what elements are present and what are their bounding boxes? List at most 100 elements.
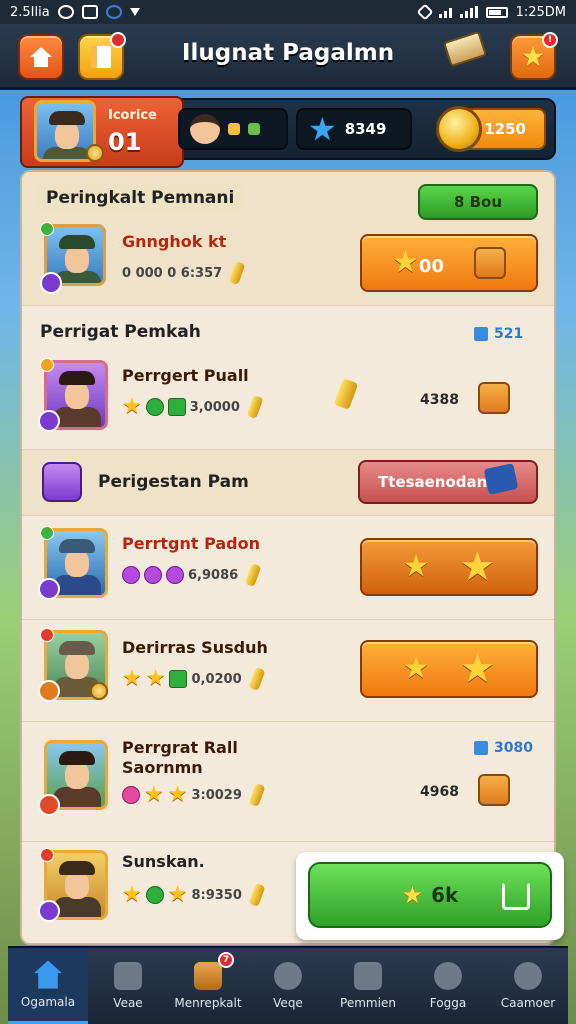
row-name: Perrgrat Rall [122, 738, 238, 757]
coin-badge-icon [86, 144, 104, 162]
battery-icon [485, 6, 508, 18]
coin-icon [333, 378, 359, 410]
profile-value: 01 [108, 128, 142, 156]
row-name-2: Saornmn [122, 758, 203, 777]
team-stat[interactable] [178, 108, 288, 150]
trophy-icon [474, 741, 488, 755]
profile-icon [514, 962, 542, 990]
cta-button[interactable]: ★ 6k [308, 862, 552, 928]
cta-card: ★ 6k [296, 852, 564, 940]
star-icon: ★ [392, 245, 419, 280]
section-2-badge: 521 [474, 326, 523, 342]
row-meta: 0 000 0 6:357 [122, 260, 246, 286]
section-1-title: Peringkalt Pemnani [36, 184, 245, 212]
badge-icon [473, 247, 506, 279]
ticket-icon[interactable] [444, 32, 486, 68]
download-icon [129, 8, 140, 16]
row-count: 4968 [420, 784, 459, 800]
notification-badge [110, 32, 126, 48]
star-icon: ★ [459, 544, 496, 590]
level-badge [38, 680, 60, 702]
row-name: Sunskan. [122, 852, 205, 871]
nav-item-key[interactable]: Fogga [408, 948, 488, 1024]
edit-icon[interactable] [478, 774, 510, 806]
page-title: Ilugnat Pagalmn [181, 40, 395, 66]
gem-icon [248, 123, 260, 135]
app-icon [105, 5, 122, 19]
row-claim-button[interactable]: ★ ★ [360, 538, 538, 596]
top-bar: Ilugnat Pagalmn ★ ! [0, 24, 576, 90]
level-badge [38, 794, 60, 816]
coin-icon [248, 782, 266, 808]
stars-stat[interactable]: ★ 8349 [296, 108, 412, 150]
coin-icon [244, 562, 262, 588]
favorites-badge: ! [542, 32, 558, 48]
star-icon: ★ [520, 40, 546, 73]
record-icon [57, 5, 74, 19]
row-claim-button[interactable]: ★ ★ [360, 640, 538, 698]
row-count: 4388 [420, 392, 459, 408]
star-icon: ★ [401, 881, 424, 909]
status-time-left: 2.5Ilia [10, 4, 50, 20]
online-indicator [40, 222, 54, 236]
nav-item-home[interactable]: Ogamala [8, 948, 88, 1024]
level-badge [38, 900, 60, 922]
row-meta: ★ 3,0000 [122, 394, 264, 420]
online-indicator [40, 848, 54, 862]
share-icon [502, 882, 530, 910]
blue-star-icon: ★ [308, 110, 337, 148]
section-3: Perigestan Pam Ttesaenodan [22, 450, 554, 516]
row-3b: Derirras Susduh ★ ★ 0,0200 ★ ★ [22, 620, 554, 722]
star-icon: ★ [402, 651, 430, 686]
nav-item-profile[interactable]: Caamoer [488, 948, 568, 1024]
row-meta: 6,9086 [122, 562, 262, 588]
section-2-title: Perrigat Pemkah [40, 322, 201, 342]
coin-icon [248, 666, 266, 692]
level-badge [40, 272, 62, 294]
medal-icon [228, 123, 240, 135]
trophy-icon [474, 327, 488, 341]
section-1-action-button[interactable]: 8 Bou [418, 184, 538, 220]
online-indicator [40, 358, 54, 372]
shield-icon [274, 962, 302, 990]
nav-item-cards[interactable]: Veae [88, 948, 168, 1024]
bag-icon [354, 962, 382, 990]
teammate-avatar [190, 114, 220, 144]
home-button[interactable] [18, 34, 64, 80]
section-4-badge: 3080 [474, 740, 533, 756]
nfc-icon [416, 3, 434, 21]
cards-icon [114, 962, 142, 990]
key-icon [434, 962, 462, 990]
row-claim-button[interactable]: ★00 [360, 234, 538, 292]
star-icon: ★ [402, 549, 430, 584]
book-icon [91, 46, 111, 68]
section-1: Peringkalt Pemnani 8 Bou Gnnghok kt 0 00… [22, 172, 554, 306]
gold-coin-icon [436, 106, 482, 152]
nav-item-chest[interactable]: 7 Menrepkalt [168, 948, 248, 1024]
edit-icon[interactable] [478, 382, 510, 414]
profile-label: Icorice [108, 108, 157, 123]
level-badge [38, 410, 60, 432]
coin-icon [246, 394, 264, 420]
home-icon [30, 47, 52, 67]
row-meta: ★ ★ 8:9350 [122, 882, 266, 908]
favorites-button[interactable]: ★ ! [510, 32, 558, 80]
coin-badge-icon [90, 682, 108, 700]
home-icon [34, 960, 62, 989]
quests-button[interactable] [78, 32, 126, 80]
row-name: Derirras Susduh [122, 638, 268, 657]
section-2: Perrigat Pemkah 521 Perrgert Puall ★ 3,0… [22, 306, 554, 450]
status-bar: 2.5Ilia 1:25DM [0, 0, 576, 24]
nav-item-shield[interactable]: Veqe [248, 948, 328, 1024]
section-icon [42, 462, 82, 502]
online-indicator [40, 526, 54, 540]
coin-icon [248, 882, 266, 908]
online-indicator [40, 628, 54, 642]
bottom-nav: Ogamala Veae 7 Menrepkalt Veqe Pemmien F… [8, 946, 568, 1024]
nav-item-bag[interactable]: Pemmien [328, 948, 408, 1024]
row-name: Perrtgnt Padon [122, 534, 260, 553]
section-3-title: Perigestan Pam [98, 472, 249, 492]
photo-icon [81, 5, 98, 19]
chest-icon [194, 962, 222, 990]
row-name: Gnnghok kt [122, 232, 227, 251]
